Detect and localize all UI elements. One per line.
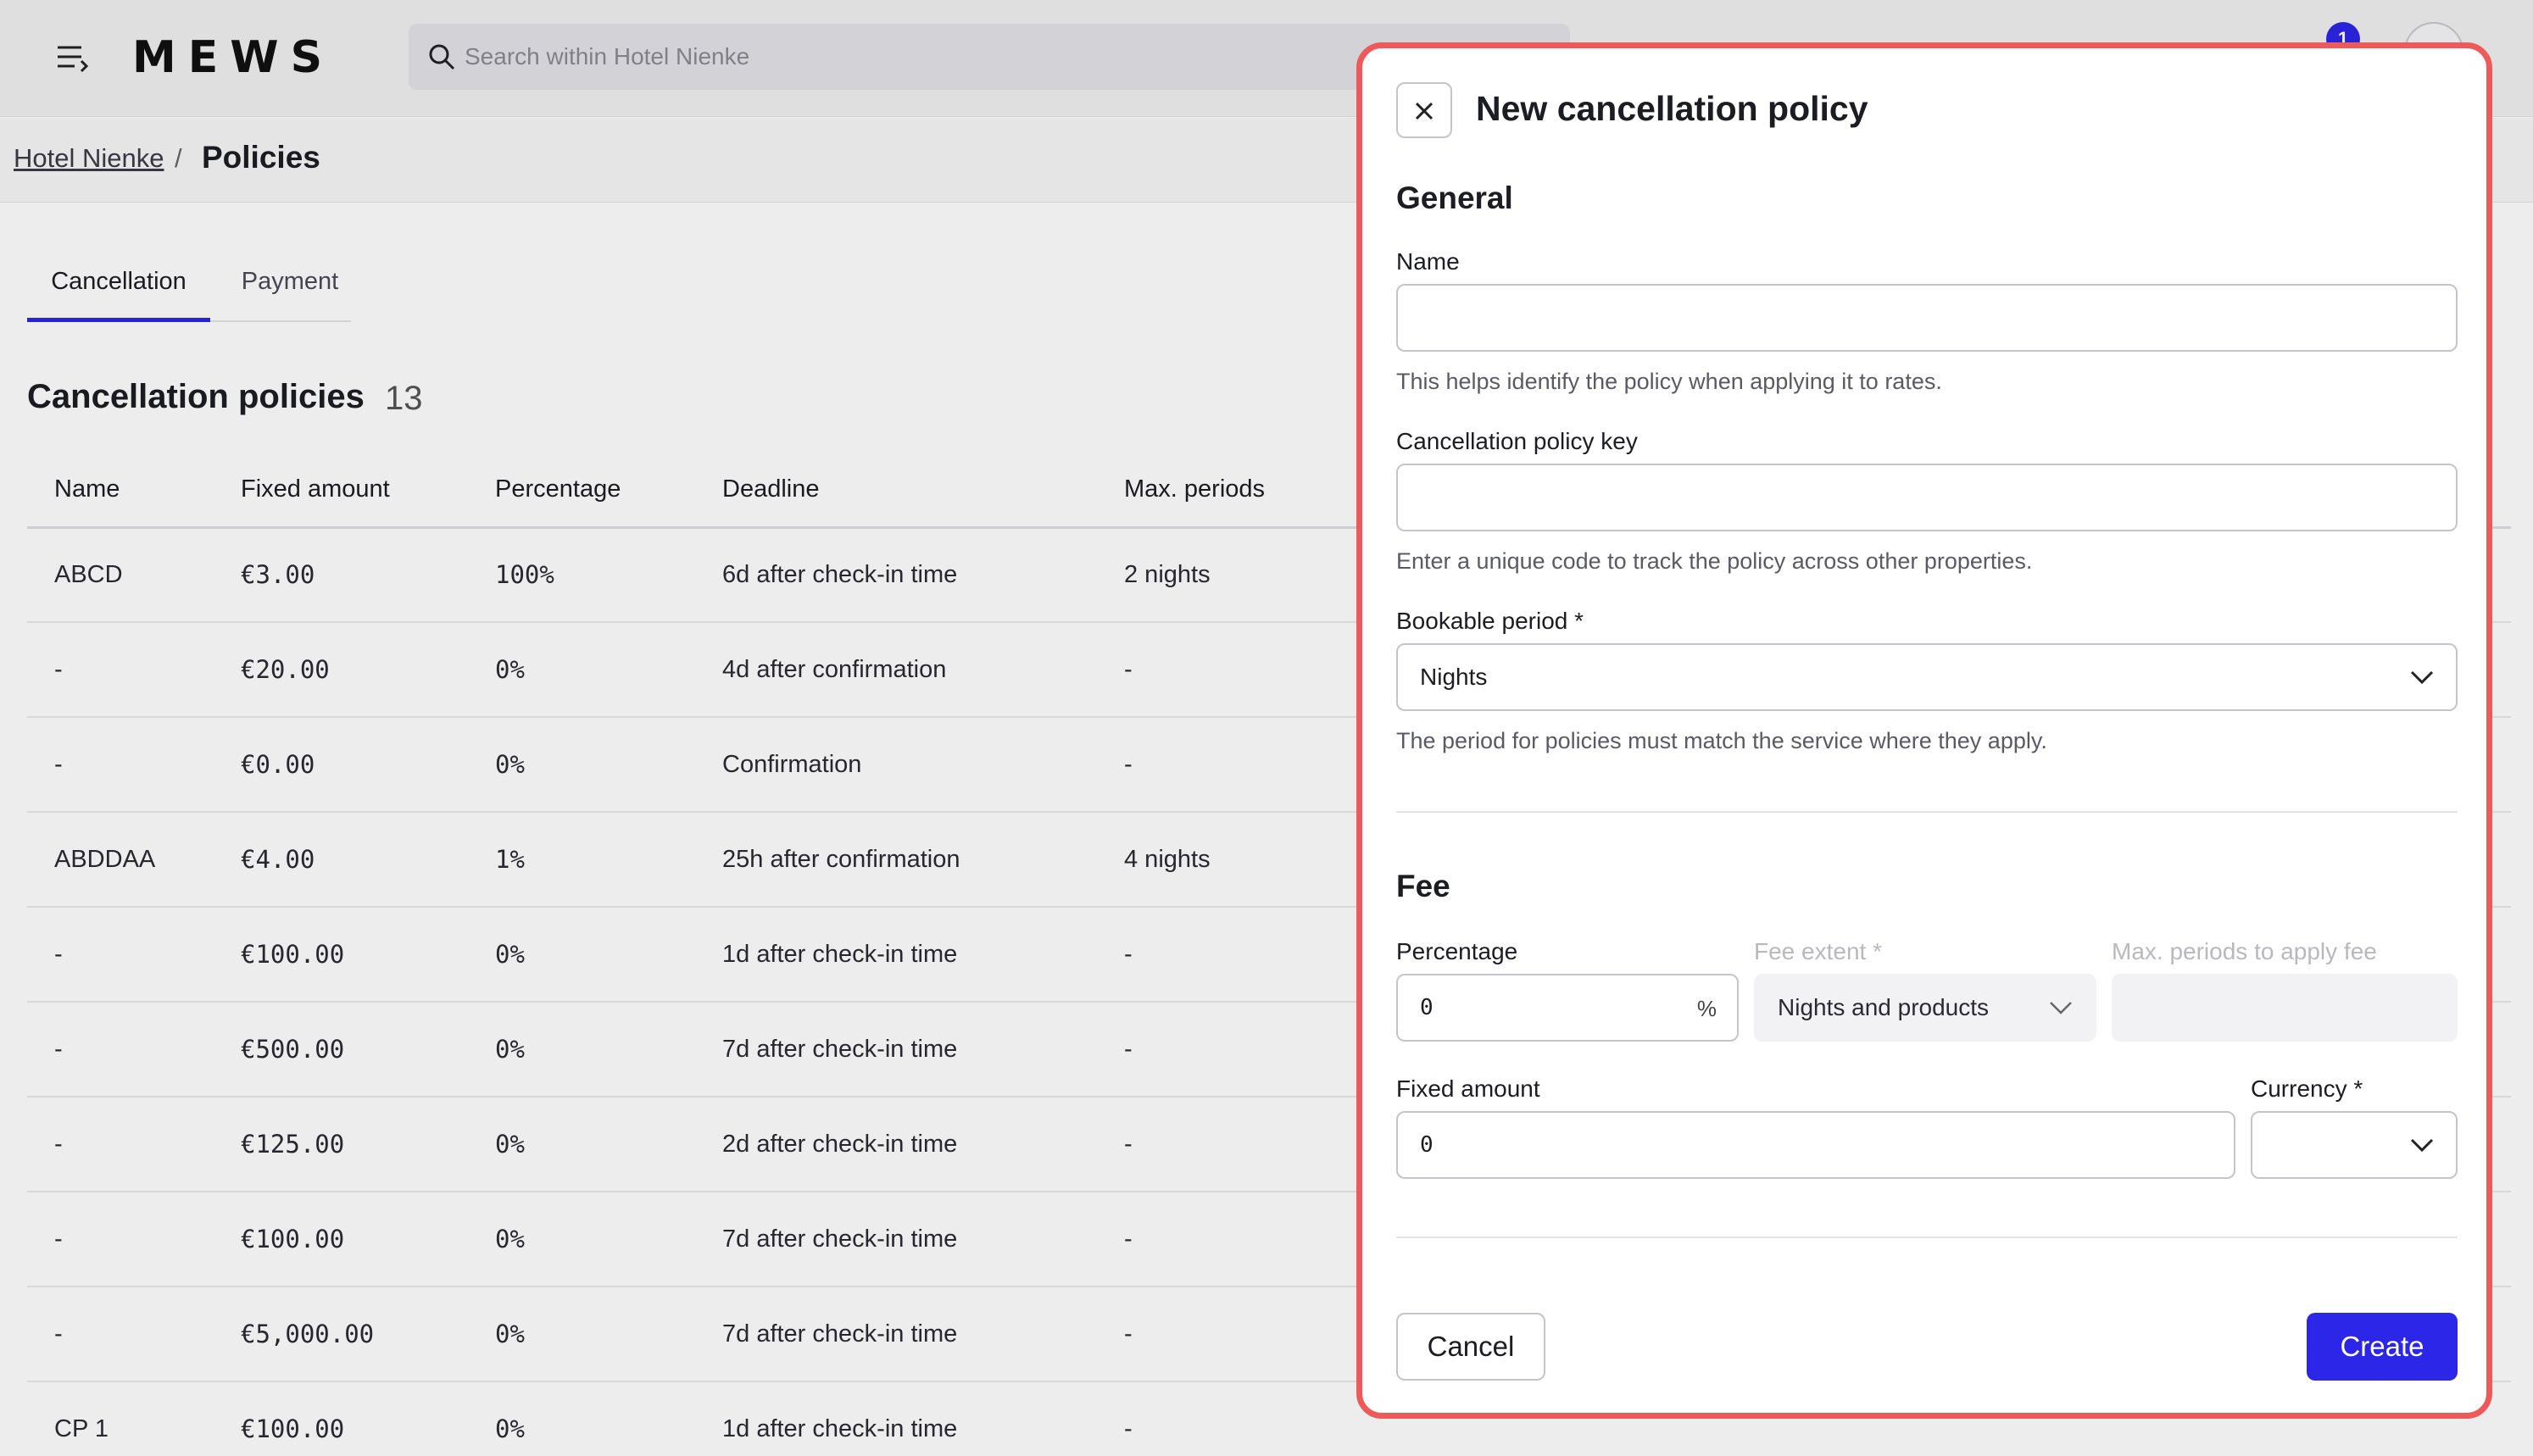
currency-label: Currency * xyxy=(2251,1075,2363,1102)
bookable-period-value: Nights xyxy=(1420,664,1488,690)
max-periods-fee-field xyxy=(2112,974,2458,1042)
chevron-down-icon xyxy=(2050,1002,2072,1014)
percentage-label: Percentage xyxy=(1396,938,1518,964)
create-button[interactable]: Create xyxy=(2307,1313,2458,1381)
percentage-input[interactable] xyxy=(1398,975,1737,1040)
chevron-down-icon xyxy=(2410,670,2434,685)
percent-suffix: % xyxy=(1696,996,1717,1021)
fixed-amount-input[interactable] xyxy=(1398,1113,2234,1177)
fee-section-title: Fee xyxy=(1396,869,1450,903)
currency-select[interactable] xyxy=(2251,1111,2458,1179)
name-label: Name xyxy=(1396,248,1460,275)
policy-key-field[interactable] xyxy=(1396,464,2458,531)
name-input[interactable] xyxy=(1398,286,2456,350)
percentage-field[interactable]: % xyxy=(1396,974,1739,1042)
general-section-title: General xyxy=(1396,181,1513,215)
cancel-button[interactable]: Cancel xyxy=(1396,1313,1545,1381)
bookable-period-hint: The period for policies must match the s… xyxy=(1396,728,2047,753)
bookable-period-label: Bookable period * xyxy=(1396,608,1584,634)
fee-extent-value: Nights and products xyxy=(1778,994,1990,1020)
close-icon xyxy=(1415,102,1434,120)
section-divider xyxy=(1396,1236,2458,1238)
fee-extent-label: Fee extent * xyxy=(1754,938,1882,964)
policy-key-input[interactable] xyxy=(1398,465,2456,530)
policy-key-label: Cancellation policy key xyxy=(1396,428,1638,454)
fixed-amount-field[interactable] xyxy=(1396,1111,2235,1179)
max-periods-fee-label: Max. periods to apply fee xyxy=(2112,938,2377,964)
fixed-amount-label: Fixed amount xyxy=(1396,1075,1540,1102)
chevron-down-icon xyxy=(2410,1138,2434,1153)
close-button[interactable] xyxy=(1396,82,1452,138)
fee-extent-select[interactable]: Nights and products xyxy=(1754,974,2096,1042)
bookable-period-select[interactable]: Nights xyxy=(1396,643,2458,711)
name-field[interactable] xyxy=(1396,284,2458,352)
section-divider xyxy=(1396,811,2458,813)
new-cancellation-policy-dialog: New cancellation policy General Name Thi… xyxy=(1356,42,2492,1419)
dialog-title: New cancellation policy xyxy=(1476,89,1868,128)
policy-key-hint: Enter a unique code to track the policy … xyxy=(1396,548,2033,574)
name-hint: This helps identify the policy when appl… xyxy=(1396,369,1942,394)
